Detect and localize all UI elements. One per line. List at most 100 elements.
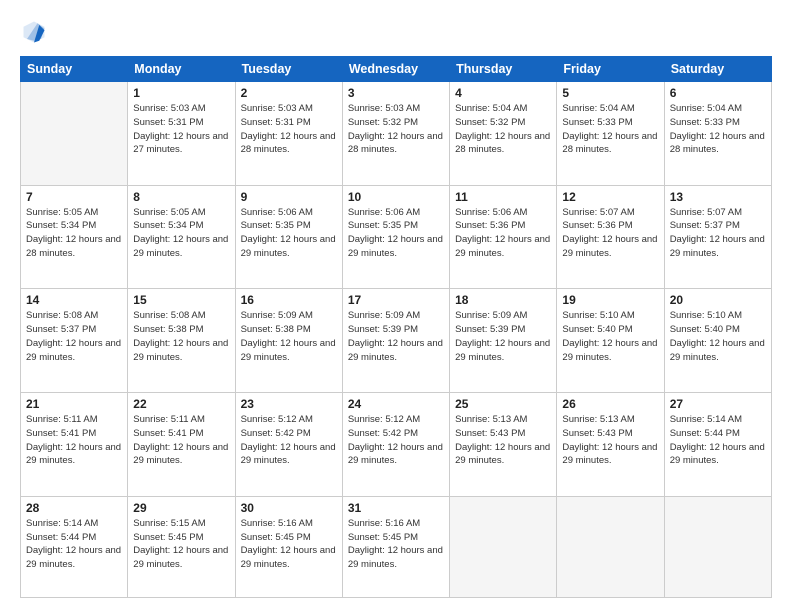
cell-info: Sunrise: 5:08 AMSunset: 5:37 PMDaylight:…	[26, 309, 122, 364]
cell-info: Sunrise: 5:04 AMSunset: 5:33 PMDaylight:…	[562, 102, 658, 157]
day-number: 13	[670, 190, 766, 204]
cell-info: Sunrise: 5:11 AMSunset: 5:41 PMDaylight:…	[133, 413, 229, 468]
weekday-friday: Friday	[557, 57, 664, 82]
weekday-wednesday: Wednesday	[342, 57, 449, 82]
cell-info: Sunrise: 5:13 AMSunset: 5:43 PMDaylight:…	[562, 413, 658, 468]
cell-info: Sunrise: 5:03 AMSunset: 5:31 PMDaylight:…	[133, 102, 229, 157]
day-number: 9	[241, 190, 337, 204]
cell-info: Sunrise: 5:10 AMSunset: 5:40 PMDaylight:…	[562, 309, 658, 364]
calendar-cell	[557, 496, 664, 597]
page: SundayMondayTuesdayWednesdayThursdayFrid…	[0, 0, 792, 612]
cell-info: Sunrise: 5:12 AMSunset: 5:42 PMDaylight:…	[348, 413, 444, 468]
day-number: 16	[241, 293, 337, 307]
calendar-cell: 17 Sunrise: 5:09 AMSunset: 5:39 PMDayligh…	[342, 289, 449, 393]
calendar-cell: 8Sunrise: 5:05 AMSunset: 5:34 PMDaylight…	[128, 185, 235, 289]
day-number: 23	[241, 397, 337, 411]
calendar-cell: 3 Sunrise: 5:03 AMSunset: 5:32 PMDaylight…	[342, 82, 449, 186]
calendar-cell: 30 Sunrise: 5:16 AMSunset: 5:45 PMDayligh…	[235, 496, 342, 597]
cell-info: Sunrise: 5:07 AMSunset: 5:37 PMDaylight:…	[670, 206, 766, 261]
cell-info: Sunrise: 5:09 AMSunset: 5:39 PMDaylight:…	[348, 309, 444, 364]
day-number: 11	[455, 190, 551, 204]
calendar-cell: 19 Sunrise: 5:10 AMSunset: 5:40 PMDayligh…	[557, 289, 664, 393]
day-number: 3	[348, 86, 444, 100]
calendar-cell: 5 Sunrise: 5:04 AMSunset: 5:33 PMDaylight…	[557, 82, 664, 186]
calendar-cell: 21 Sunrise: 5:11 AMSunset: 5:41 PMDayligh…	[21, 393, 128, 497]
weekday-monday: Monday	[128, 57, 235, 82]
calendar-cell: 6Sunrise: 5:04 AMSunset: 5:33 PMDaylight…	[664, 82, 771, 186]
calendar-cell: 9 Sunrise: 5:06 AMSunset: 5:35 PMDaylight…	[235, 185, 342, 289]
day-number: 30	[241, 501, 337, 515]
calendar-cell	[450, 496, 557, 597]
weekday-sunday: Sunday	[21, 57, 128, 82]
week-row-2: 7 Sunrise: 5:05 AMSunset: 5:34 PMDaylight…	[21, 185, 772, 289]
day-number: 25	[455, 397, 551, 411]
cell-info: Sunrise: 5:06 AMSunset: 5:35 PMDaylight:…	[241, 206, 337, 261]
week-row-5: 28 Sunrise: 5:14 AMSunset: 5:44 PMDayligh…	[21, 496, 772, 597]
day-number: 10	[348, 190, 444, 204]
calendar-cell: 27 Sunrise: 5:14 AMSunset: 5:44 PMDayligh…	[664, 393, 771, 497]
logo-icon	[20, 18, 48, 46]
day-number: 21	[26, 397, 122, 411]
weekday-thursday: Thursday	[450, 57, 557, 82]
weekday-header-row: SundayMondayTuesdayWednesdayThursdayFrid…	[21, 57, 772, 82]
day-number: 24	[348, 397, 444, 411]
cell-info: Sunrise: 5:07 AMSunset: 5:36 PMDaylight:…	[562, 206, 658, 261]
day-number: 14	[26, 293, 122, 307]
calendar-cell: 23Sunrise: 5:12 AMSunset: 5:42 PMDayligh…	[235, 393, 342, 497]
weekday-saturday: Saturday	[664, 57, 771, 82]
calendar-cell: 29Sunrise: 5:15 AMSunset: 5:45 PMDayligh…	[128, 496, 235, 597]
cell-info: Sunrise: 5:16 AMSunset: 5:45 PMDaylight:…	[241, 517, 337, 572]
cell-info: Sunrise: 5:03 AMSunset: 5:32 PMDaylight:…	[348, 102, 444, 157]
calendar-cell: 31 Sunrise: 5:16 AMSunset: 5:45 PMDayligh…	[342, 496, 449, 597]
calendar-cell: 25Sunrise: 5:13 AMSunset: 5:43 PMDayligh…	[450, 393, 557, 497]
day-number: 4	[455, 86, 551, 100]
cell-info: Sunrise: 5:06 AMSunset: 5:36 PMDaylight:…	[455, 206, 551, 261]
cell-info: Sunrise: 5:03 AMSunset: 5:31 PMDaylight:…	[241, 102, 337, 157]
calendar-cell: 22 Sunrise: 5:11 AMSunset: 5:41 PMDayligh…	[128, 393, 235, 497]
calendar-cell: 12 Sunrise: 5:07 AMSunset: 5:36 PMDayligh…	[557, 185, 664, 289]
cell-info: Sunrise: 5:11 AMSunset: 5:41 PMDaylight:…	[26, 413, 122, 468]
cell-info: Sunrise: 5:16 AMSunset: 5:45 PMDaylight:…	[348, 517, 444, 572]
calendar-cell: 20Sunrise: 5:10 AMSunset: 5:40 PMDayligh…	[664, 289, 771, 393]
calendar-cell: 26Sunrise: 5:13 AMSunset: 5:43 PMDayligh…	[557, 393, 664, 497]
weekday-tuesday: Tuesday	[235, 57, 342, 82]
calendar-cell: 15Sunrise: 5:08 AMSunset: 5:38 PMDayligh…	[128, 289, 235, 393]
day-number: 1	[133, 86, 229, 100]
day-number: 31	[348, 501, 444, 515]
cell-info: Sunrise: 5:10 AMSunset: 5:40 PMDaylight:…	[670, 309, 766, 364]
calendar-cell: 16 Sunrise: 5:09 AMSunset: 5:38 PMDayligh…	[235, 289, 342, 393]
calendar-cell: 18 Sunrise: 5:09 AMSunset: 5:39 PMDayligh…	[450, 289, 557, 393]
cell-info: Sunrise: 5:06 AMSunset: 5:35 PMDaylight:…	[348, 206, 444, 261]
cell-info: Sunrise: 5:04 AMSunset: 5:32 PMDaylight:…	[455, 102, 551, 157]
day-number: 27	[670, 397, 766, 411]
cell-info: Sunrise: 5:05 AMSunset: 5:34 PMDaylight:…	[26, 206, 122, 261]
calendar-cell	[21, 82, 128, 186]
cell-info: Sunrise: 5:14 AMSunset: 5:44 PMDaylight:…	[26, 517, 122, 572]
calendar-cell: 13 Sunrise: 5:07 AMSunset: 5:37 PMDayligh…	[664, 185, 771, 289]
cell-info: Sunrise: 5:09 AMSunset: 5:39 PMDaylight:…	[455, 309, 551, 364]
week-row-4: 21 Sunrise: 5:11 AMSunset: 5:41 PMDayligh…	[21, 393, 772, 497]
day-number: 7	[26, 190, 122, 204]
calendar-table: SundayMondayTuesdayWednesdayThursdayFrid…	[20, 56, 772, 598]
day-number: 2	[241, 86, 337, 100]
day-number: 28	[26, 501, 122, 515]
calendar-cell: 28 Sunrise: 5:14 AMSunset: 5:44 PMDayligh…	[21, 496, 128, 597]
day-number: 12	[562, 190, 658, 204]
cell-info: Sunrise: 5:14 AMSunset: 5:44 PMDaylight:…	[670, 413, 766, 468]
calendar-cell: 1 Sunrise: 5:03 AMSunset: 5:31 PMDaylight…	[128, 82, 235, 186]
cell-info: Sunrise: 5:15 AMSunset: 5:45 PMDaylight:…	[133, 517, 229, 572]
week-row-3: 14 Sunrise: 5:08 AMSunset: 5:37 PMDayligh…	[21, 289, 772, 393]
day-number: 17	[348, 293, 444, 307]
day-number: 18	[455, 293, 551, 307]
week-row-1: 1 Sunrise: 5:03 AMSunset: 5:31 PMDaylight…	[21, 82, 772, 186]
day-number: 15	[133, 293, 229, 307]
calendar-cell: 14 Sunrise: 5:08 AMSunset: 5:37 PMDayligh…	[21, 289, 128, 393]
day-number: 5	[562, 86, 658, 100]
calendar-cell: 7 Sunrise: 5:05 AMSunset: 5:34 PMDaylight…	[21, 185, 128, 289]
calendar-cell: 11 Sunrise: 5:06 AMSunset: 5:36 PMDayligh…	[450, 185, 557, 289]
calendar-cell: 10 Sunrise: 5:06 AMSunset: 5:35 PMDayligh…	[342, 185, 449, 289]
cell-info: Sunrise: 5:09 AMSunset: 5:38 PMDaylight:…	[241, 309, 337, 364]
day-number: 19	[562, 293, 658, 307]
day-number: 22	[133, 397, 229, 411]
calendar-cell: 24 Sunrise: 5:12 AMSunset: 5:42 PMDayligh…	[342, 393, 449, 497]
